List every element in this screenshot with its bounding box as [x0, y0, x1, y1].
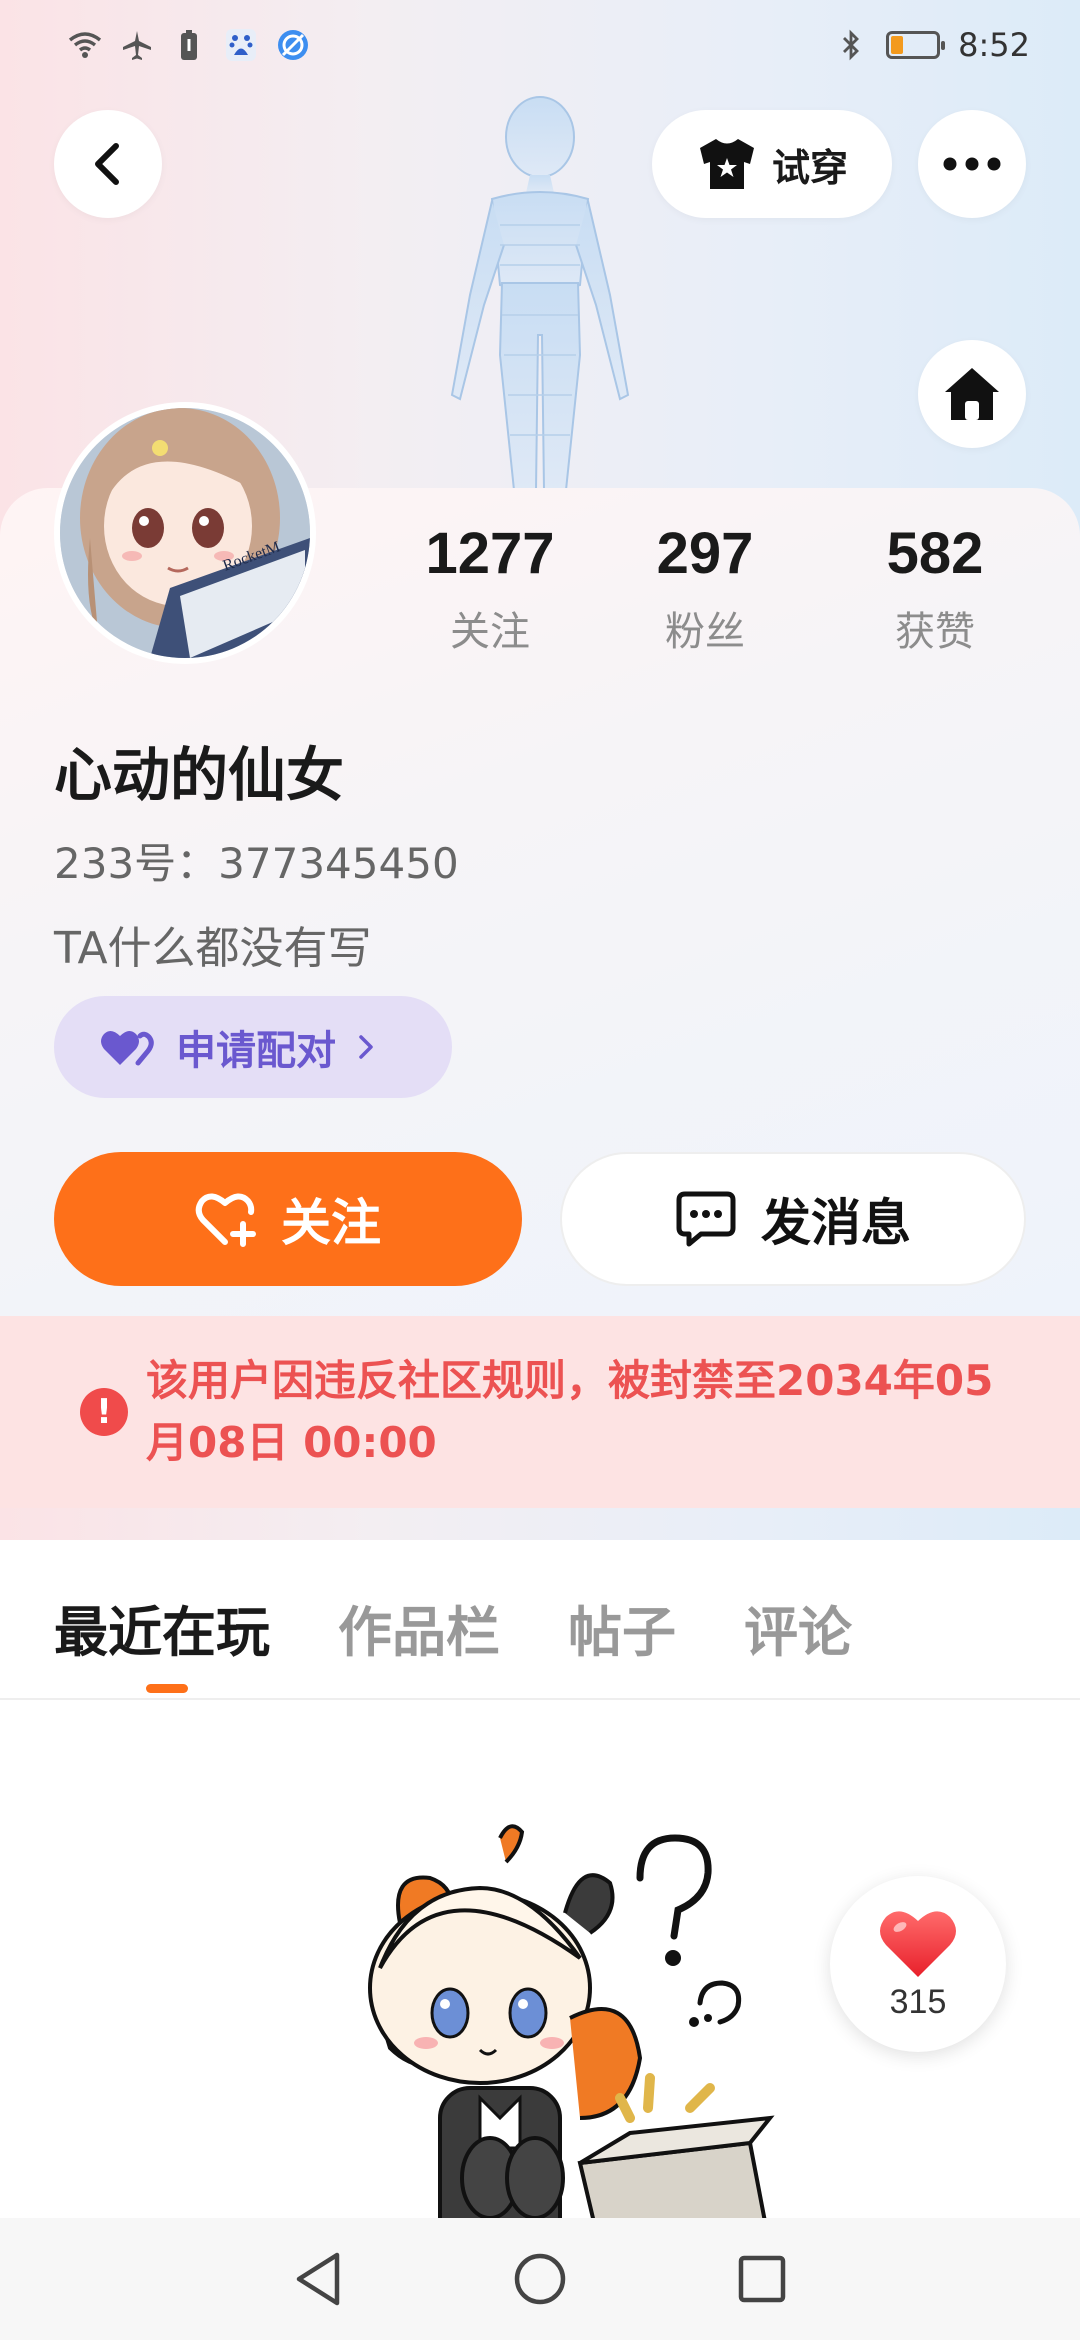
status-bar: 8:52	[0, 0, 1080, 90]
airplane-icon	[120, 28, 154, 62]
nav-home-icon[interactable]	[513, 2252, 567, 2306]
tab-works[interactable]: 作品栏	[338, 1588, 500, 1667]
more-options-button[interactable]	[918, 110, 1026, 218]
stat-likes-label: 获赞	[895, 609, 975, 655]
stat-likes-value: 582	[886, 521, 984, 586]
nav-recents-icon[interactable]	[737, 2254, 787, 2304]
user-bio: TA什么都没有写	[54, 923, 372, 974]
tab-recently-played[interactable]: 最近在玩	[54, 1588, 270, 1693]
baidu-icon	[224, 28, 258, 62]
battery-icon	[886, 31, 946, 59]
back-arrow-icon	[95, 143, 119, 185]
shirt-icon	[699, 139, 754, 189]
empty-state-mascot-illustration	[368, 1824, 775, 2248]
try-on-button[interactable]: 试穿	[652, 110, 892, 218]
status-time: 8:52	[958, 26, 1030, 64]
profile-stats: 1277 关注 297 粉丝 582 获赞	[390, 520, 1050, 657]
chat-bubble-icon	[676, 1191, 736, 1247]
like-count: 315	[889, 1982, 947, 2021]
wifi-icon	[68, 28, 102, 62]
stat-likes[interactable]: 582 获赞	[820, 520, 1050, 657]
more-dots-icon	[943, 157, 1001, 171]
avatar-3d-figure	[450, 96, 630, 490]
stat-followers[interactable]: 297 粉丝	[590, 520, 820, 657]
request-pair-label: 申请配对	[176, 1028, 336, 1074]
tab-posts[interactable]: 帖子	[568, 1588, 676, 1667]
battery-saver-icon	[172, 28, 206, 62]
user-id[interactable]: 233号：377345450	[54, 830, 459, 891]
send-message-label: 发消息	[761, 1194, 911, 1252]
stat-followers-label: 粉丝	[665, 609, 745, 655]
like-float-button[interactable]: 315	[830, 1876, 1006, 2052]
request-pair-button[interactable]: 申请配对	[54, 996, 452, 1098]
stat-following-label: 关注	[450, 609, 530, 655]
status-right: 8:52	[834, 26, 1030, 64]
status-left-icons	[68, 28, 310, 62]
bluetooth-icon	[834, 28, 868, 62]
chevron-right-icon	[359, 1035, 373, 1059]
tab-divider	[0, 1698, 1080, 1700]
alert-icon: !	[80, 1388, 128, 1436]
system-navigation-bar	[0, 2218, 1080, 2340]
tab-comments[interactable]: 评论	[744, 1588, 852, 1667]
user-nickname: 心动的仙女	[54, 741, 345, 809]
double-heart-icon	[101, 1030, 154, 1066]
anime-girl-avatar-illustration	[60, 408, 310, 658]
ban-notice-banner: ! 该用户因违反社区规则，被封禁至2034年05月08日 00:00	[0, 1316, 1080, 1508]
stat-followers-value: 297	[656, 521, 754, 586]
heart-plus-icon	[195, 1193, 256, 1247]
stat-following-value: 1277	[425, 521, 555, 586]
battery-level-fill	[891, 36, 904, 54]
browser-icon	[276, 28, 310, 62]
try-on-label: 试穿	[771, 145, 848, 190]
ban-notice-text: 该用户因违反社区规则，被封禁至2034年05月08日 00:00	[146, 1356, 994, 1467]
back-button[interactable]	[54, 110, 162, 218]
home-icon	[945, 368, 999, 420]
profile-tabs: 最近在玩 作品栏 帖子 评论	[54, 1588, 852, 1693]
nav-back-icon[interactable]	[293, 2251, 343, 2307]
send-message-button[interactable]: 发消息	[560, 1152, 1026, 1286]
homepage-button[interactable]	[918, 340, 1026, 448]
heart-icon	[880, 1910, 956, 1977]
follow-label: 关注	[281, 1194, 381, 1252]
user-avatar[interactable]: RocketM	[54, 402, 316, 664]
stat-following[interactable]: 1277 关注	[390, 520, 590, 657]
follow-button[interactable]: 关注	[54, 1152, 522, 1286]
